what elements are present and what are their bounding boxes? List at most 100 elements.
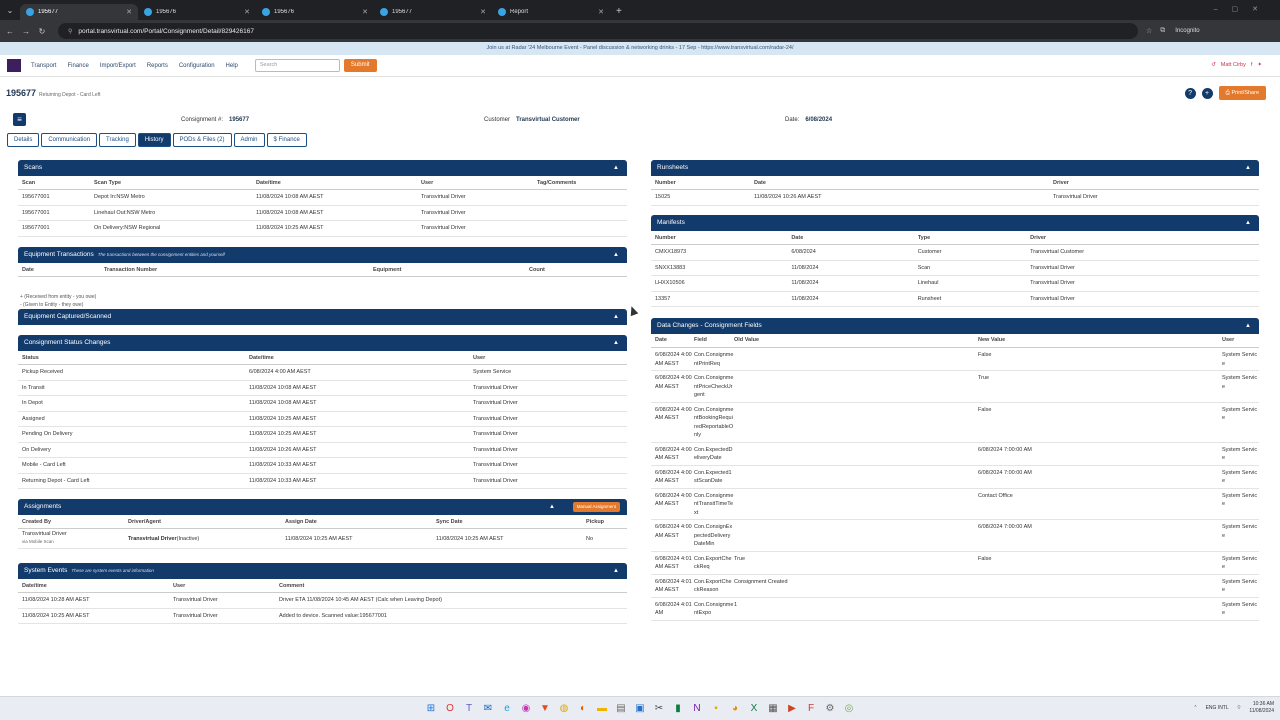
reload-icon[interactable]: ↻ <box>36 27 48 36</box>
column-header: Date <box>754 179 766 186</box>
help-icon[interactable]: ? <box>1184 87 1196 99</box>
search-input[interactable]: Search <box>254 59 340 72</box>
hamburger-menu-icon[interactable]: ≡ <box>13 113 26 126</box>
company-logo[interactable] <box>7 59 21 72</box>
add-icon[interactable]: + <box>1201 87 1213 99</box>
collapse-icon[interactable]: ▲ <box>613 563 619 579</box>
teams-icon[interactable]: T <box>461 701 477 717</box>
table-row: 195677001 Depot In:NSW Metro 11/08/2024 10… <box>18 190 627 206</box>
close-tab-icon[interactable]: ✕ <box>598 8 604 16</box>
user-name[interactable]: Matt Cirby <box>1221 62 1246 68</box>
window-controls[interactable]: –▢✕ <box>1214 5 1272 13</box>
collapse-icon[interactable]: ▲ <box>613 247 619 263</box>
table-cell: 11/08/2024 10:25 AM AEST <box>22 612 90 619</box>
tab-pods-files[interactable]: PODs & Files (2) <box>172 133 232 147</box>
filezilla-icon[interactable]: F <box>803 701 819 717</box>
chrome-icon[interactable]: ◍ <box>556 701 572 717</box>
tab-admin[interactable]: Admin <box>233 133 265 147</box>
brave-icon[interactable]: ▼ <box>537 701 553 717</box>
onenote-icon[interactable]: N <box>689 701 705 717</box>
clock[interactable]: 10:36 AM 11/08/2024 <box>1249 701 1274 715</box>
browser-tab[interactable]: 195676 ✕ <box>256 4 374 20</box>
nav-configuration[interactable]: Configuration <box>179 63 215 69</box>
manual-assignment-button[interactable]: Manual Assignment <box>572 502 620 512</box>
assigned-driver[interactable]: Transvirtual Driver <box>128 536 177 542</box>
table-cell: Con.Expected1stScanDate <box>694 469 732 485</box>
collapse-icon[interactable]: ▲ <box>1245 318 1251 334</box>
app-store-icon[interactable]: ▣ <box>632 701 648 717</box>
scans-table: Scan Scan Type Date/time User Tag/Comments 19… <box>18 176 627 237</box>
calculator-icon[interactable]: ▦ <box>765 701 781 717</box>
browser-tab[interactable]: 195676 ✕ <box>138 4 256 20</box>
collapse-icon[interactable]: ▲ <box>549 499 555 515</box>
settings-icon[interactable]: ⚙ <box>822 701 838 717</box>
nav-help[interactable]: Help <box>226 63 238 69</box>
browser-tab[interactable]: 195677 ✕ <box>374 4 492 20</box>
facebook-icon[interactable]: f <box>1251 62 1253 68</box>
video-icon[interactable]: ▶ <box>784 701 800 717</box>
wifi-icon[interactable]: ⌔ <box>1237 705 1242 712</box>
history-icon[interactable]: ↺ <box>1211 62 1216 68</box>
table-cell: 6/08/2024 4:00 AM AEST <box>655 446 692 462</box>
file-explorer-icon[interactable]: ▬ <box>594 701 610 717</box>
table-header-row: Scan Scan Type Date/time User Tag/Comments <box>18 176 627 190</box>
nav-transport[interactable]: Transport <box>31 63 56 69</box>
nav-reports[interactable]: Reports <box>147 63 168 69</box>
tray-chevron-icon[interactable]: ⌃ <box>1193 705 1197 712</box>
tab-communication[interactable]: Communication <box>41 133 98 147</box>
tab-label: Tracking <box>106 137 129 143</box>
collapse-icon[interactable]: ▲ <box>1245 215 1251 231</box>
equipment-captured-title: Equipment Captured/Scanned <box>24 313 112 320</box>
edge-icon[interactable]: e <box>499 701 515 717</box>
print-share-button[interactable]: ⎙ Print/Share <box>1218 86 1266 100</box>
tab-details[interactable]: Details <box>7 133 40 147</box>
url-field[interactable]: ⚲ portal.transvirtual.com/Portal/Consignm… <box>58 23 1138 39</box>
assignments-title: Assignments <box>24 503 62 510</box>
sticky-notes-icon[interactable]: ▪ <box>708 701 724 717</box>
app-icon-2[interactable]: ◕ <box>727 701 743 717</box>
collapse-icon[interactable]: ▲ <box>1245 160 1251 176</box>
close-tab-icon[interactable]: ✕ <box>244 8 250 16</box>
system-tray[interactable]: ⌃ ENG INTL ⌔ 10:36 AM 11/08/2024 <box>1193 701 1274 715</box>
col-created-by: Created By <box>22 518 52 525</box>
new-tab-button[interactable]: + <box>616 6 622 17</box>
star-icon[interactable]: ☆ <box>1146 27 1152 35</box>
nav-import-export[interactable]: Import/Export <box>100 63 136 69</box>
start-icon[interactable]: ⊞ <box>423 701 439 717</box>
twitter-icon[interactable]: ✦ <box>1257 62 1262 68</box>
table-cell: 6/08/2024 4:00 AM AEST <box>655 375 692 390</box>
firefox-icon[interactable]: ◐ <box>575 701 591 717</box>
browser-tab[interactable]: 195677 ✕ <box>20 4 138 20</box>
excel-icon[interactable]: X <box>746 701 762 717</box>
collapse-icon[interactable]: ▲ <box>613 160 619 176</box>
browser-tab[interactable]: Report ✕ <box>492 4 610 20</box>
back-icon[interactable]: ← <box>4 27 16 36</box>
language-indicator[interactable]: ENG INTL <box>1206 705 1229 712</box>
notepad-icon[interactable]: ▤ <box>613 701 629 717</box>
close-tab-icon[interactable]: ✕ <box>362 8 368 16</box>
close-tab-icon[interactable]: ✕ <box>126 8 132 16</box>
announcement-banner[interactable]: Join us at Radar '24 Melbourne Event - P… <box>0 42 1280 55</box>
collapse-icon[interactable]: ▲ <box>613 335 619 351</box>
site-info-icon[interactable]: ⚲ <box>68 28 72 35</box>
table-cell: Pickup Received <box>22 369 63 376</box>
opera-icon[interactable]: O <box>442 701 458 717</box>
submit-button[interactable]: Submit <box>343 59 377 72</box>
nav-finance[interactable]: Finance <box>67 63 88 69</box>
tab-history[interactable]: History <box>137 133 171 147</box>
forward-icon[interactable]: → <box>20 27 32 36</box>
terminal-icon[interactable]: ▮ <box>670 701 686 717</box>
tab-finance[interactable]: $ Finance <box>266 133 307 147</box>
app-icon[interactable]: ◉ <box>518 701 534 717</box>
table-header-row: Number Date Driver <box>651 176 1259 190</box>
app-icon-3[interactable]: ◎ <box>841 701 857 717</box>
outlook-icon[interactable]: ✉ <box>480 701 496 717</box>
collapse-icon[interactable]: ▲ <box>613 309 619 325</box>
runsheets-panel: Runsheets ▲ Number Date Driver 15025 11/08/20… <box>651 160 1259 206</box>
tab-list-icon[interactable]: ⌄ <box>0 6 20 15</box>
snipping-icon[interactable]: ✂ <box>651 701 667 717</box>
close-tab-icon[interactable]: ✕ <box>480 8 486 16</box>
tab-tracking[interactable]: Tracking <box>99 133 136 147</box>
column-header: Old Value <box>734 337 760 344</box>
extensions-icon[interactable]: ⧉ <box>1160 27 1165 35</box>
